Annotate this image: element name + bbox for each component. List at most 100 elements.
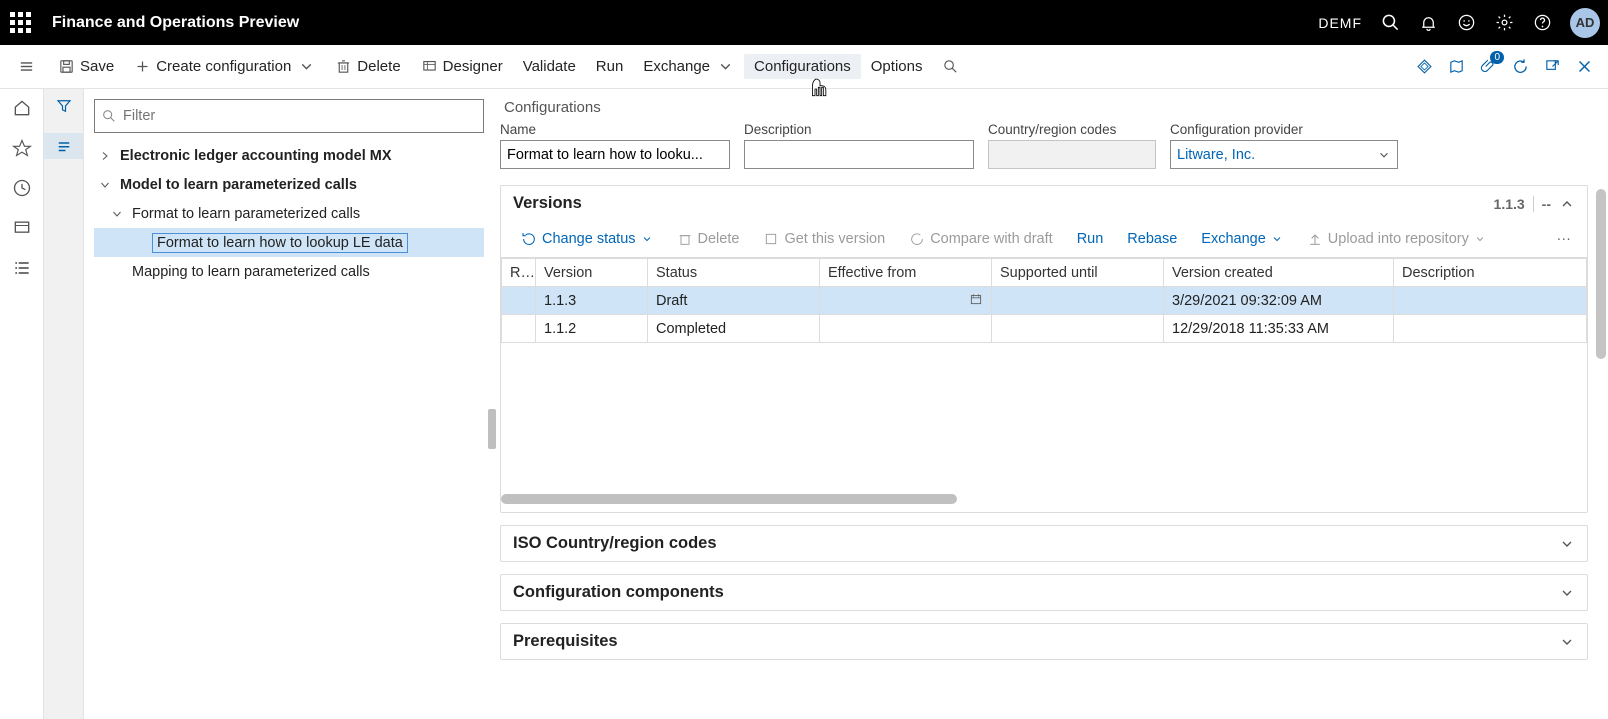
options-button[interactable]: Options <box>861 54 933 79</box>
description-input[interactable] <box>744 140 974 169</box>
badge-count: 0 <box>1490 51 1504 64</box>
configurations-button[interactable]: Configurations <box>744 54 861 79</box>
table-row[interactable]: 1.1.3 Draft <box>502 287 1587 315</box>
provider-field: Configuration provider Litware, Inc. <box>1170 122 1398 169</box>
iso-header[interactable]: ISO Country/region codes <box>501 526 1587 561</box>
tree-item[interactable]: Model to learn parameterized calls <box>94 170 484 199</box>
table-row[interactable]: 1.1.2 Completed 12/29/2018 11:35:33 AM <box>502 315 1587 343</box>
expand-icon[interactable] <box>96 147 114 165</box>
tree-item-label: Electronic ledger accounting model MX <box>118 147 394 165</box>
name-input[interactable] <box>500 140 730 169</box>
create-config-label: Create configuration <box>156 58 291 75</box>
more-icon[interactable]: ··· <box>1551 231 1578 247</box>
company-code[interactable]: DEMF <box>1318 15 1362 31</box>
validate-button[interactable]: Validate <box>513 54 586 79</box>
tree-item[interactable]: Format to learn parameterized calls <box>94 199 484 228</box>
modules-icon[interactable] <box>9 255 35 281</box>
workspace-icon[interactable] <box>9 215 35 241</box>
popout-icon[interactable] <box>1542 57 1562 77</box>
versions-title: Versions <box>513 194 582 213</box>
home-icon[interactable] <box>9 95 35 121</box>
col-created[interactable]: Version created <box>1164 259 1394 287</box>
tree-pane: Electronic ledger accounting model MX Mo… <box>84 89 494 719</box>
components-title: Configuration components <box>513 583 724 602</box>
diamond-icon[interactable] <box>1414 57 1434 77</box>
components-header[interactable]: Configuration components <box>501 575 1587 610</box>
provider-select[interactable]: Litware, Inc. <box>1170 140 1398 169</box>
smile-icon[interactable] <box>1456 13 1476 33</box>
search-icon[interactable] <box>1380 13 1400 33</box>
prereq-card: Prerequisites <box>500 623 1588 660</box>
refresh-icon[interactable] <box>1510 57 1530 77</box>
change-status-label: Change status <box>542 231 636 247</box>
cell-status[interactable]: Completed <box>648 315 820 343</box>
filter-funnel-icon[interactable] <box>55 97 73 119</box>
cell-desc[interactable] <box>1394 287 1587 315</box>
tree-filter[interactable] <box>94 99 484 133</box>
spacer <box>108 263 126 281</box>
prereq-header[interactable]: Prerequisites <box>501 624 1587 659</box>
create-config-button[interactable]: Create configuration <box>124 54 325 79</box>
col-r[interactable]: R... <box>502 259 536 287</box>
filter-lines-icon[interactable] <box>44 133 83 159</box>
gear-icon[interactable] <box>1494 13 1514 33</box>
cell-status[interactable]: Draft <box>648 287 820 315</box>
description-label: Description <box>744 122 974 137</box>
waffle-icon[interactable] <box>8 10 34 36</box>
calendar-icon[interactable] <box>969 292 983 310</box>
collapse-icon[interactable] <box>96 176 114 194</box>
cell-created[interactable]: 12/29/2018 11:35:33 AM <box>1164 315 1394 343</box>
exchange-button[interactable]: Exchange <box>633 54 744 79</box>
save-button[interactable]: Save <box>48 54 124 79</box>
bell-icon[interactable] <box>1418 13 1438 33</box>
cell-eff-from[interactable] <box>820 287 992 315</box>
col-supp-until[interactable]: Supported until <box>992 259 1164 287</box>
recent-icon[interactable] <box>9 175 35 201</box>
cell-created[interactable]: 3/29/2021 09:32:09 AM <box>1164 287 1394 315</box>
col-eff-from[interactable]: Effective from <box>820 259 992 287</box>
designer-button[interactable]: Designer <box>411 54 513 79</box>
compare-button: Compare with draft <box>899 227 1063 251</box>
collapse-icon[interactable] <box>108 205 126 223</box>
map-icon[interactable] <box>1446 57 1466 77</box>
tree-item[interactable]: Electronic ledger accounting model MX <box>94 141 484 170</box>
run-button[interactable]: Run <box>586 54 634 79</box>
versions-run-button[interactable]: Run <box>1067 227 1114 251</box>
cell-supp-until[interactable] <box>992 315 1164 343</box>
grid-hscroll[interactable] <box>501 492 1587 506</box>
cell-desc[interactable] <box>1394 315 1587 343</box>
app-title: Finance and Operations Preview <box>52 14 299 32</box>
provider-value: Litware, Inc. <box>1177 147 1255 163</box>
hamburger-icon[interactable] <box>8 54 45 79</box>
cell-eff-from[interactable] <box>820 315 992 343</box>
cell-supp-until[interactable] <box>992 287 1164 315</box>
col-desc[interactable]: Description <box>1394 259 1587 287</box>
tree-item[interactable]: Mapping to learn parameterized calls <box>94 257 484 286</box>
chevron-down-icon <box>1377 148 1391 162</box>
tree-filter-input[interactable] <box>121 107 477 125</box>
compare-label: Compare with draft <box>930 231 1053 247</box>
versions-header[interactable]: Versions 1.1.3 -- <box>501 186 1587 221</box>
versions-exchange-button[interactable]: Exchange <box>1191 227 1293 251</box>
iso-card: ISO Country/region codes <box>500 525 1588 562</box>
rebase-button[interactable]: Rebase <box>1117 227 1187 251</box>
attachments-icon[interactable]: 0 <box>1478 57 1498 77</box>
content-scrollbar[interactable] <box>1596 189 1606 679</box>
cell-version[interactable]: 1.1.2 <box>536 315 648 343</box>
search-icon <box>101 108 117 124</box>
change-status-button[interactable]: Change status <box>511 227 663 251</box>
col-version[interactable]: Version <box>536 259 648 287</box>
help-icon[interactable] <box>1532 13 1552 33</box>
tree-item-selected[interactable]: Format to learn how to lookup LE data <box>94 228 484 257</box>
avatar[interactable]: AD <box>1570 8 1600 38</box>
cell-version[interactable]: 1.1.3 <box>536 287 648 315</box>
versions-current: 1.1.3 <box>1494 196 1525 212</box>
col-status[interactable]: Status <box>648 259 820 287</box>
star-icon[interactable] <box>9 135 35 161</box>
country-codes-label: Country/region codes <box>988 122 1156 137</box>
close-icon[interactable] <box>1574 57 1594 77</box>
designer-label: Designer <box>443 58 503 75</box>
delete-button[interactable]: Delete <box>325 54 410 79</box>
app-header: Finance and Operations Preview DEMF AD <box>0 0 1608 45</box>
toolbar-search-icon[interactable] <box>932 54 969 79</box>
